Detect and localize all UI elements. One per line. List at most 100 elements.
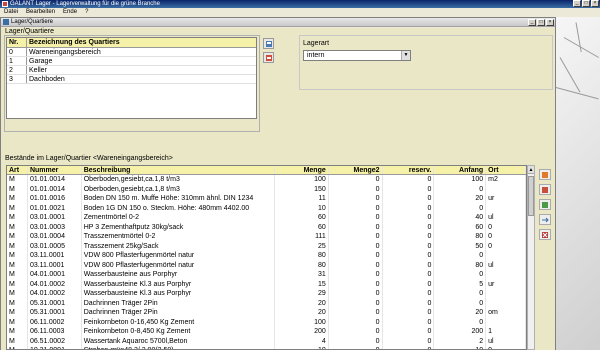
cell-ort: ur	[486, 279, 526, 289]
cell-reserv: 0	[383, 184, 435, 194]
scroll-thumb[interactable]	[528, 176, 534, 216]
lagerart-value: intern	[307, 52, 325, 59]
table-row[interactable]: 3 Dachboden	[7, 75, 256, 84]
window-close-button[interactable]: ×	[546, 19, 554, 26]
table-row[interactable]: M 04.01.0001 Wasserbausteine aus Porphyr 31…	[7, 270, 526, 280]
cell-menge: 15	[275, 279, 329, 289]
vertical-scrollbar[interactable]: ▲	[527, 165, 535, 350]
header-nr[interactable]: Nr.	[7, 38, 27, 47]
table-row[interactable]: M 03.01.0001 Zementmörtel 0-2 60 0 0 40 ul	[7, 213, 526, 223]
cell-nummer: 03.11.0001	[28, 251, 82, 261]
table-row[interactable]: M 01.01.0014 Oberboden,gesiebt,ca.1,8 t/m3…	[7, 175, 526, 185]
cell-anfang: 0	[434, 270, 487, 280]
menu-ende[interactable]: Ende	[63, 8, 77, 17]
header-reserv[interactable]: reserv.	[383, 166, 435, 174]
edit-button[interactable]	[539, 184, 551, 195]
table-row[interactable]: M10.31.0001Streben,grün48,3/ 2,00(2,50)1…	[7, 346, 526, 349]
table-row[interactable]: M 01.01.0016 Boden DN 150 m. Muffe Höhe: 3…	[7, 194, 526, 204]
table-row[interactable]: M 04.01.0002 Wasserbausteine Kl.3 aus Porp…	[7, 289, 526, 299]
cell-art: M	[7, 289, 28, 299]
cell-bezeichnung: Garage	[29, 58, 53, 65]
cell-art: M	[7, 336, 28, 346]
cell-menge2: 0	[329, 203, 383, 213]
cell-art: M	[7, 175, 28, 185]
cell-menge2: 0	[329, 289, 383, 299]
cell-menge: 80	[275, 251, 329, 261]
menu-bar: Datei Bearbeiten Ende ?	[0, 8, 600, 17]
table-row[interactable]: M 03.11.0001 VDW 800 Pflasterfugenmörtel n…	[7, 260, 526, 270]
cell-anfang: 0	[434, 251, 487, 261]
add-button[interactable]	[539, 169, 551, 180]
cell-ort: ul	[486, 213, 526, 223]
cell-beschreibung: Trasszementmörtel 0-2	[82, 232, 275, 242]
window-minimize-button[interactable]: _	[528, 19, 536, 26]
cell-art: M	[7, 194, 28, 204]
header-beschreibung[interactable]: Beschreibung	[82, 166, 275, 174]
cell-anfang: 5	[434, 279, 487, 289]
window-maximize-button[interactable]: □	[537, 19, 545, 26]
table-row[interactable]: M 03.01.0005 Trasszement 25kg/Sack 25 0 0 50 0	[7, 241, 526, 251]
cell-reserv: 0	[383, 346, 435, 349]
cell-ort	[486, 270, 526, 280]
cell-nummer: 06.51.0002	[28, 336, 82, 346]
cell-menge2: 0	[329, 270, 383, 280]
minimize-button[interactable]: _	[573, 0, 581, 7]
maximize-button[interactable]: □	[582, 0, 590, 7]
cell-nummer: 03.01.0001	[28, 213, 82, 223]
menu-bearbeiten[interactable]: Bearbeiten	[26, 8, 55, 17]
header-nummer[interactable]: Nummer	[28, 166, 82, 174]
cell-beschreibung: VDW 800 Pflasterfugenmörtel natur	[82, 260, 275, 270]
menu-help[interactable]: ?	[85, 8, 88, 17]
table-row[interactable]: M 06.11.0002 Feinkornbeton 0-16,450 Kg Zem…	[7, 317, 526, 327]
book-button[interactable]	[539, 199, 551, 210]
cell-beschreibung: Streben,grün48,3/ 2,00(2,50)	[82, 346, 275, 349]
lagerart-select[interactable]: intern ▼	[303, 50, 411, 61]
cell-menge: 60	[275, 222, 329, 232]
cell-menge2: 0	[329, 194, 383, 204]
table-row[interactable]: M 01.01.0021 Boden 1G DN 150 o. Steckm. Hö…	[7, 203, 526, 213]
chevron-down-icon[interactable]: ▼	[401, 51, 410, 60]
cell-ort: 0	[486, 232, 526, 242]
cell-menge: 11	[275, 194, 329, 204]
table-row[interactable]: 0 Wareneingangsbereich	[7, 48, 256, 57]
cell-menge: 10	[275, 203, 329, 213]
header-art[interactable]: Art	[7, 166, 28, 174]
header-ort[interactable]: Ort	[486, 166, 526, 174]
table-row[interactable]: M 06.51.0002 Wassertank Aquaroc 5700l,Beto…	[7, 336, 526, 346]
new-quartier-button[interactable]	[263, 52, 274, 63]
cell-menge: 10	[275, 346, 329, 349]
table-row[interactable]: 2 Keller	[7, 66, 256, 75]
table-row[interactable]: M 06.11.0003 Feinkornbeton 0-8,450 Kg Zeme…	[7, 327, 526, 337]
header-menge[interactable]: Menge	[275, 166, 329, 174]
cell-reserv: 0	[383, 213, 435, 223]
close-button[interactable]: ×	[591, 0, 599, 7]
header-menge2[interactable]: Menge2	[329, 166, 383, 174]
header-anfang[interactable]: Anfang	[434, 166, 487, 174]
cell-menge2: 0	[329, 298, 383, 308]
table-row[interactable]: M 05.31.0001 Dachrinnen Träger 2Pin 20 0 0 20 o…	[7, 308, 526, 318]
scroll-up-icon[interactable]: ▲	[528, 166, 534, 174]
cell-bezeichnung: Wareneingangsbereich	[29, 49, 101, 56]
transfer-button[interactable]	[539, 214, 551, 225]
cell-menge: 100	[275, 317, 329, 327]
cell-menge: 200	[275, 327, 329, 337]
table-row[interactable]: M 03.11.0001 VDW 800 Pflasterfugenmörtel n…	[7, 251, 526, 261]
cell-beschreibung: HP 3 Zementhaftputz 30kg/sack	[82, 222, 275, 232]
cell-nummer: 04.01.0001	[28, 270, 82, 280]
header-bezeichnung[interactable]: Bezeichnung des Quartiers	[27, 38, 256, 47]
delete-button[interactable]	[539, 229, 551, 240]
cell-nummer: 04.01.0002	[28, 289, 82, 299]
edit-quartier-button[interactable]	[263, 38, 274, 49]
app-title: GALANT Lager - Lagerverwaltung für die g…	[10, 1, 160, 7]
table-row[interactable]: 1 Garage	[7, 57, 256, 66]
cell-menge: 60	[275, 213, 329, 223]
transfer-icon	[542, 217, 549, 222]
table-row[interactable]: M 04.01.0002 Wasserbausteine Kl.3 aus Porp…	[7, 279, 526, 289]
table-row[interactable]: M 03.01.0004 Trasszementmörtel 0-2 111 0 0 80 0	[7, 232, 526, 242]
table-row[interactable]: M 03.01.0003 HP 3 Zementhaftputz 30kg/sack…	[7, 222, 526, 232]
table-row[interactable]: M 05.31.0001 Dachrinnen Träger 2Pin 20 0 0 0	[7, 298, 526, 308]
menu-datei[interactable]: Datei	[4, 8, 18, 17]
cell-beschreibung: Feinkornbeton 0-16,450 Kg Zement	[82, 317, 275, 327]
new-icon	[265, 54, 272, 61]
table-row[interactable]: M 01.01.0014 Oberboden,gesiebt,ca.1,8 t/m3…	[7, 184, 526, 194]
